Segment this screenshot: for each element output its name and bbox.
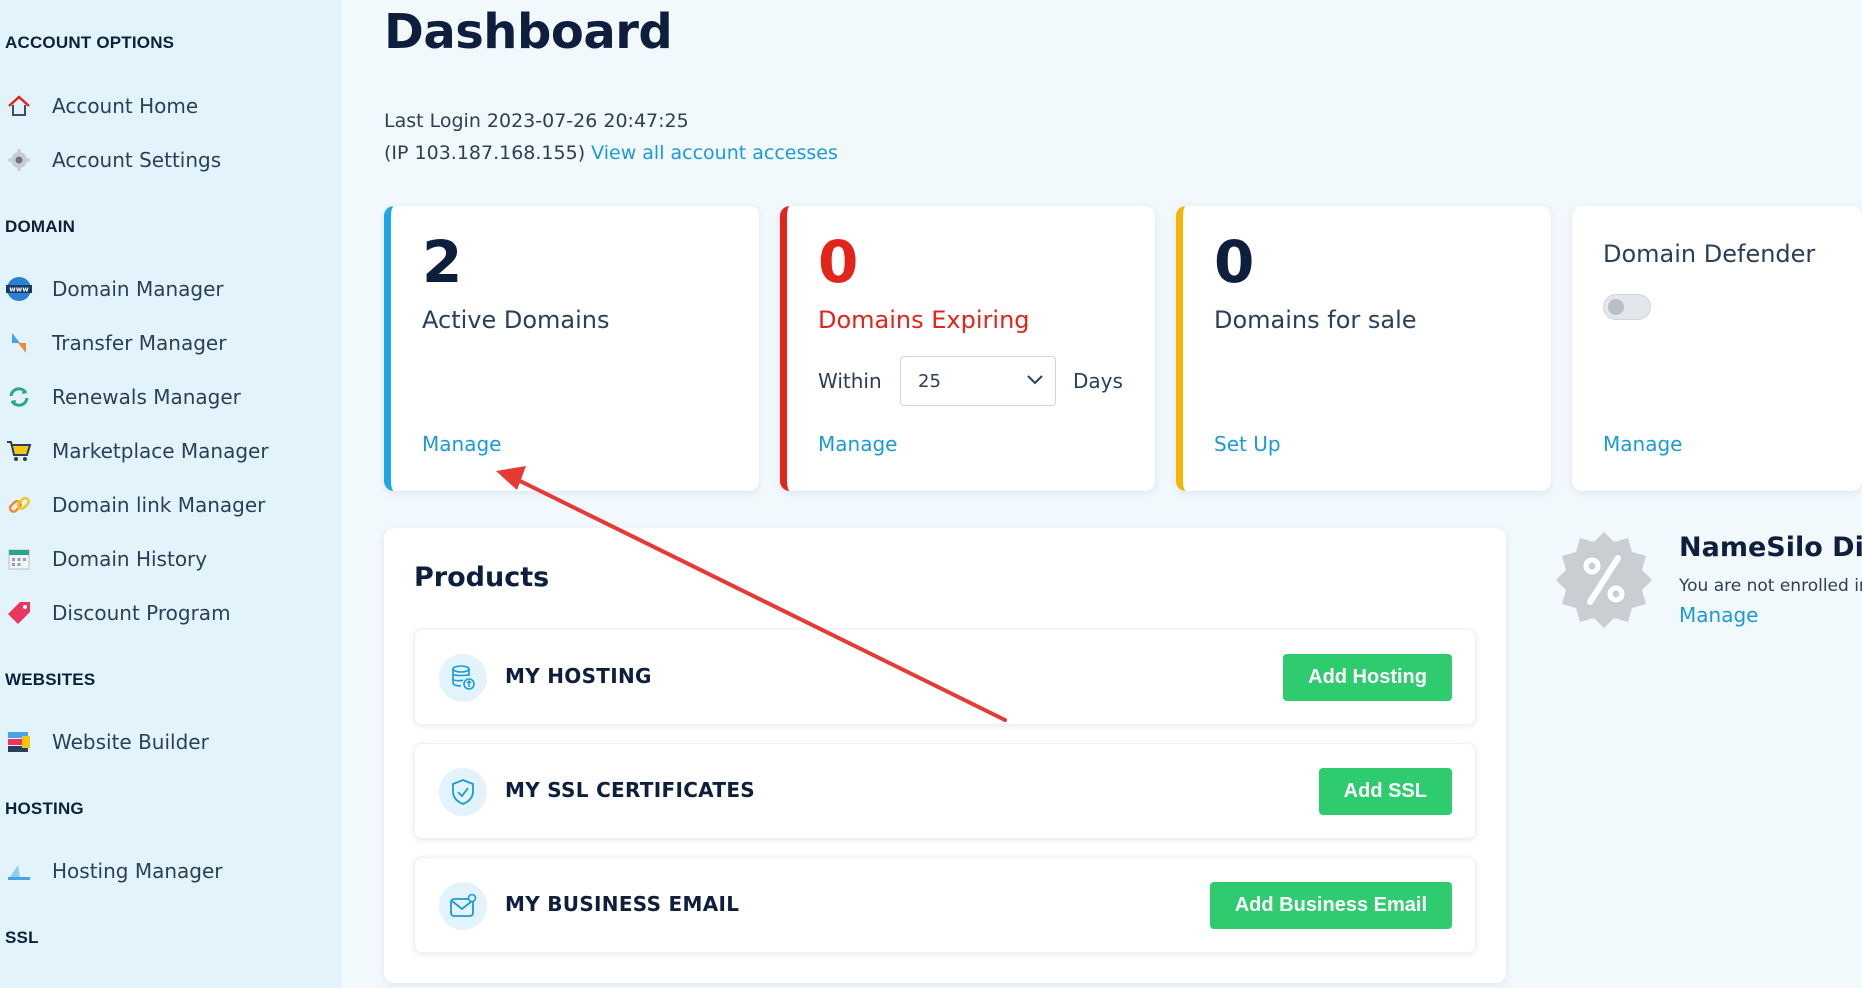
domain-defender-manage-link[interactable]: Manage	[1603, 432, 1682, 456]
hosting-icon	[6, 858, 32, 884]
cart-icon	[6, 438, 32, 464]
discount-manage-link[interactable]: Manage	[1679, 603, 1758, 627]
my-business-email-label: MY BUSINESS EMAIL	[505, 892, 740, 916]
add-business-email-button[interactable]: Add Business Email	[1209, 882, 1452, 929]
product-row-hosting: MY HOSTING Add Hosting	[414, 629, 1476, 725]
domain-defender-label: Domain Defender	[1603, 240, 1816, 268]
chevron-down-icon	[1027, 375, 1043, 385]
link-icon	[6, 492, 32, 518]
discount-title: NameSilo Disc	[1679, 532, 1862, 563]
sidebar-item-domain-history[interactable]: Domain History	[0, 542, 342, 576]
last-login: Last Login 2023-07-26 20:47:25	[384, 110, 689, 132]
discount-status: You are not enrolled in	[1679, 576, 1862, 596]
active-domains-card: 2 Active Domains Manage	[384, 206, 759, 491]
add-ssl-button[interactable]: Add SSL	[1318, 768, 1452, 815]
domains-for-sale-count: 0	[1214, 228, 1255, 296]
section-websites: WEBSITES	[5, 670, 96, 689]
expiring-days-value: 25	[918, 370, 941, 392]
login-ip: (IP 103.187.168.155)	[384, 142, 586, 164]
sidebar-item-renewals-manager[interactable]: Renewals Manager	[0, 380, 342, 414]
sidebar-item-label: Domain Manager	[52, 277, 224, 301]
expiring-days-select[interactable]: 25	[900, 356, 1056, 406]
www-globe-icon: www	[6, 276, 32, 302]
sidebar: ACCOUNT OPTIONS Account Home Account Set…	[0, 0, 342, 988]
domains-expiring-count: 0	[818, 228, 859, 296]
shield-check-icon	[439, 768, 487, 816]
sidebar-item-label: Marketplace Manager	[52, 439, 269, 463]
home-icon	[6, 93, 32, 119]
sidebar-item-label: Discount Program	[52, 601, 231, 625]
sidebar-item-label: Hosting Manager	[52, 859, 223, 883]
sidebar-item-account-settings[interactable]: Account Settings	[0, 143, 342, 177]
toggle-knob	[1608, 299, 1624, 315]
gear-icon	[6, 147, 32, 173]
sidebar-item-label: Account Settings	[52, 148, 222, 172]
section-hosting: HOSTING	[5, 799, 84, 818]
sidebar-item-label: Renewals Manager	[52, 385, 241, 409]
add-hosting-button[interactable]: Add Hosting	[1283, 654, 1452, 701]
my-ssl-label: MY SSL CERTIFICATES	[505, 778, 756, 802]
discount-badge-icon	[1554, 528, 1654, 628]
login-ip-line: (IP 103.187.168.155) View all account ac…	[384, 142, 838, 164]
domains-expiring-label: Domains Expiring	[818, 306, 1030, 334]
domains-expiring-manage-link[interactable]: Manage	[818, 432, 897, 456]
my-hosting-label: MY HOSTING	[505, 664, 652, 688]
domain-defender-toggle[interactable]	[1603, 294, 1651, 320]
sidebar-item-label: Domain link Manager	[52, 493, 266, 517]
sidebar-item-domain-manager[interactable]: www Domain Manager	[0, 272, 342, 306]
website-builder-icon	[6, 729, 32, 755]
domains-for-sale-card: 0 Domains for sale Set Up	[1176, 206, 1551, 491]
transfer-icon	[6, 330, 32, 356]
products-title: Products	[414, 562, 550, 593]
products-panel: Products MY HOSTING Add Hosting MY SSL C…	[384, 528, 1506, 983]
section-account-options: ACCOUNT OPTIONS	[5, 33, 175, 52]
expiring-days-row: Within 25 Days	[818, 356, 1123, 406]
domains-for-sale-label: Domains for sale	[1214, 306, 1417, 334]
product-row-email: MY BUSINESS EMAIL Add Business Email	[414, 857, 1476, 953]
sidebar-item-transfer-manager[interactable]: Transfer Manager	[0, 326, 342, 360]
sidebar-item-label: Account Home	[52, 94, 199, 118]
sidebar-item-website-builder[interactable]: Website Builder	[0, 725, 342, 759]
page-title: Dashboard	[384, 4, 673, 60]
sidebar-item-label: Website Builder	[52, 730, 209, 754]
sidebar-item-hosting-manager[interactable]: Hosting Manager	[0, 854, 342, 888]
sidebar-item-marketplace-manager[interactable]: Marketplace Manager	[0, 434, 342, 468]
sidebar-item-discount-program[interactable]: Discount Program	[0, 596, 342, 630]
active-domains-count: 2	[422, 228, 463, 296]
domains-for-sale-setup-link[interactable]: Set Up	[1214, 432, 1281, 456]
sidebar-item-account-home[interactable]: Account Home	[0, 89, 342, 123]
domain-defender-card: Domain Defender Manage	[1572, 206, 1862, 491]
section-ssl: SSL	[5, 928, 39, 947]
main-content: Dashboard Last Login 2023-07-26 20:47:25…	[342, 0, 1862, 988]
sidebar-item-label: Transfer Manager	[52, 331, 227, 355]
view-accesses-link[interactable]: View all account accesses	[591, 142, 838, 164]
sidebar-item-domain-link-manager[interactable]: Domain link Manager	[0, 488, 342, 522]
active-domains-label: Active Domains	[422, 306, 610, 334]
svg-text:www: www	[9, 286, 29, 294]
mail-icon	[439, 882, 487, 930]
domains-expiring-card: 0 Domains Expiring Within 25 Days Manage	[780, 206, 1155, 491]
calendar-icon	[6, 546, 32, 572]
sidebar-item-label: Domain History	[52, 547, 208, 571]
within-label: Within	[818, 369, 882, 393]
database-icon	[439, 654, 487, 702]
product-row-ssl: MY SSL CERTIFICATES Add SSL	[414, 743, 1476, 839]
active-domains-manage-link[interactable]: Manage	[422, 432, 501, 456]
days-label: Days	[1073, 369, 1123, 393]
section-domain: DOMAIN	[5, 217, 76, 236]
tag-icon	[6, 600, 32, 626]
refresh-icon	[6, 384, 32, 410]
